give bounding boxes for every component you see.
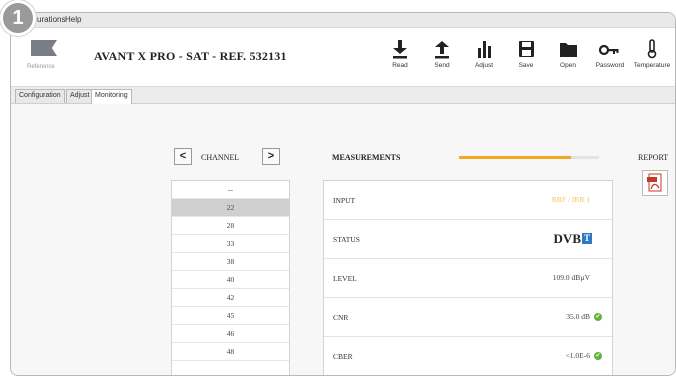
measurement-value-text: <1.0E-6	[565, 351, 590, 360]
measurement-label: INPUT	[333, 196, 356, 205]
send-label: Send	[434, 62, 450, 69]
download-icon	[393, 40, 407, 59]
measurement-label: CNR	[333, 313, 349, 322]
measurement-progress-bar	[459, 156, 599, 159]
measurement-progress-fill	[459, 156, 571, 159]
floppy-disk-icon	[519, 41, 534, 57]
measurement-row-cber: CBER <1.0E-6 ✔	[324, 337, 612, 375]
measurement-label: LEVEL	[333, 274, 357, 283]
measurement-value: 109.0 dBµV	[552, 273, 590, 282]
password-label: Password	[595, 62, 625, 69]
measurement-value: 35.0 dB ✔	[566, 312, 602, 322]
read-label: Read	[392, 62, 408, 69]
menu-item-configurations[interactable]: urations	[37, 15, 65, 24]
open-button[interactable]: Open	[549, 38, 587, 69]
measurements-table: INPUT RRF / IRR 1 STATUS DVB T LEVEL 109.…	[323, 180, 613, 375]
channel-list-item[interactable]: 46	[172, 325, 289, 343]
key-icon	[598, 44, 619, 56]
read-button[interactable]: Read	[381, 38, 419, 69]
channel-title: CHANNEL	[201, 153, 240, 162]
dvb-t-logo-icon: DVB T	[554, 231, 592, 247]
password-button[interactable]: Password	[591, 38, 629, 69]
tab-monitoring[interactable]: Monitoring	[91, 89, 132, 104]
upload-icon	[435, 41, 449, 59]
bar-chart-icon	[478, 41, 491, 58]
measurement-value-text: 35.0 dB	[566, 312, 590, 321]
measurement-row-input: INPUT RRF / IRR 1	[324, 181, 612, 220]
channel-list-item-selected[interactable]: 22	[172, 199, 289, 217]
header: Reference AVANT X PRO - SAT - REF. 53213…	[11, 28, 675, 87]
measurement-row-cnr: CNR 35.0 dB ✔	[324, 298, 612, 337]
temperature-button[interactable]: Temperature	[633, 38, 671, 69]
channel-list-item[interactable]: 48	[172, 343, 289, 361]
channel-list-item[interactable]: 38	[172, 253, 289, 271]
measurement-label: STATUS	[333, 235, 360, 244]
thermometer-icon	[647, 39, 657, 59]
channel-list-item[interactable]: --	[172, 181, 289, 199]
save-label: Save	[518, 62, 534, 69]
next-channel-button[interactable]: >	[262, 148, 280, 165]
measurements-title: MEASUREMENTS	[332, 153, 401, 162]
open-label: Open	[560, 62, 576, 69]
measurement-label: CBER	[333, 352, 353, 361]
menu-bar: urations Help	[11, 13, 675, 28]
previous-channel-button[interactable]: <	[174, 148, 192, 165]
report-title: REPORT	[638, 153, 669, 162]
channel-list-item[interactable]: 40	[172, 271, 289, 289]
tab-configuration[interactable]: Configuration	[15, 89, 65, 103]
temperature-label: Temperature	[633, 62, 671, 69]
folder-icon	[560, 43, 577, 57]
channel-list-item[interactable]: 45	[172, 307, 289, 325]
dvb-logo-text: DVB	[553, 231, 581, 246]
monitoring-panel: < CHANNEL > -- 22 28 33 38 40 42 45 46 4…	[11, 104, 675, 375]
tab-bar: Configuration Adjust Monitoring	[11, 87, 675, 104]
send-button[interactable]: Send	[423, 38, 461, 69]
channel-list-item[interactable]: 28	[172, 217, 289, 235]
flag-logo-icon	[31, 40, 57, 56]
app-window: urations Help Reference AVANT X PRO - SA…	[10, 12, 676, 376]
logo-caption: Reference	[27, 64, 55, 70]
channel-list-item[interactable]: 42	[172, 289, 289, 307]
adjust-label: Adjust	[474, 62, 494, 69]
channel-list: -- 22 28 33 38 40 42 45 46 48	[171, 180, 290, 375]
measurement-row-level: LEVEL 109.0 dBµV	[324, 259, 612, 298]
pdf-report-icon[interactable]	[642, 170, 668, 196]
save-button[interactable]: Save	[507, 38, 545, 69]
check-ok-icon: ✔	[594, 352, 602, 361]
check-ok-icon: ✔	[594, 313, 602, 322]
measurement-value: RRF / IRR 1	[551, 195, 590, 204]
measurement-row-status: STATUS DVB T	[324, 220, 612, 259]
adjust-button[interactable]: Adjust	[465, 38, 503, 69]
tab-adjust[interactable]: Adjust	[66, 89, 94, 103]
pdf-icon	[647, 173, 662, 192]
device-title: AVANT X PRO - SAT - REF. 532131	[94, 49, 287, 63]
dvb-t-badge: T	[582, 233, 592, 244]
step-number-badge: 1	[0, 0, 36, 36]
channel-list-item[interactable]: 33	[172, 235, 289, 253]
measurement-value: <1.0E-6 ✔	[565, 351, 602, 361]
menu-item-help[interactable]: Help	[65, 15, 81, 24]
